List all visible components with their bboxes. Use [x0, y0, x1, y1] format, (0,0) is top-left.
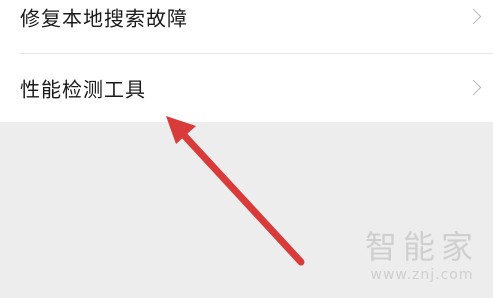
- list-item-label: 性能检测工具: [20, 77, 146, 102]
- list-item-performance-tool[interactable]: 性能检测工具: [0, 63, 493, 113]
- list-divider: [20, 53, 493, 54]
- watermark: 智能家 www.znj.com: [365, 228, 479, 284]
- list-item-label: 修复本地搜索故障: [20, 6, 188, 31]
- chevron-right-icon: [465, 8, 482, 25]
- list-item-repair-local-search[interactable]: 修复本地搜索故障: [0, 0, 493, 42]
- watermark-logo: 智能家: [364, 228, 479, 266]
- watermark-url: www.znj.com: [370, 267, 474, 283]
- settings-list: 修复本地搜索故障 性能检测工具: [0, 0, 493, 122]
- chevron-right-icon: [465, 79, 482, 96]
